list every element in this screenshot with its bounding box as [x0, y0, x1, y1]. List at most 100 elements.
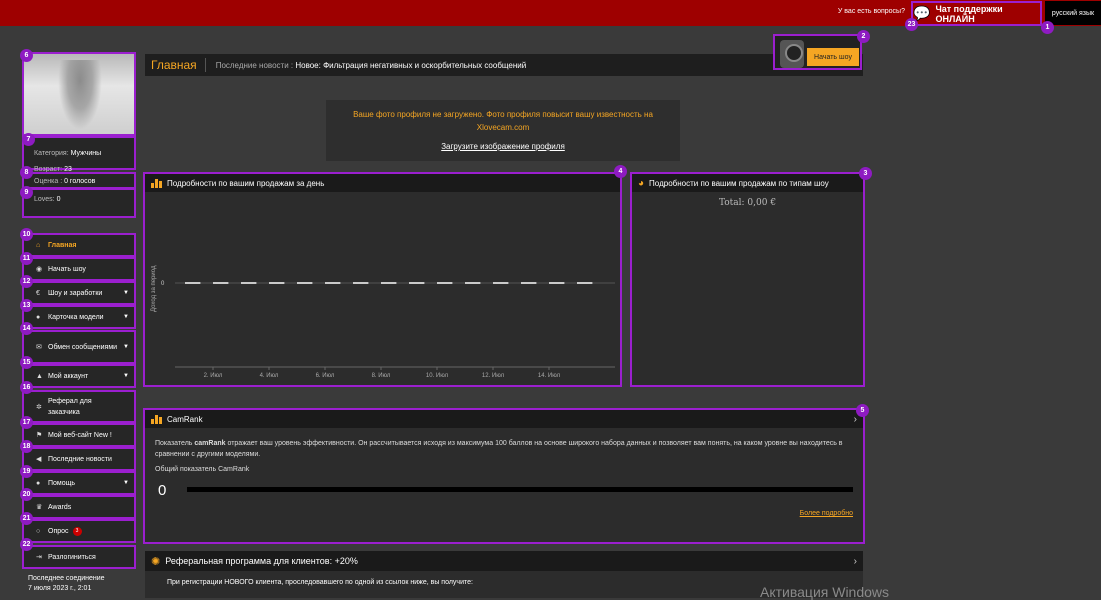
webcam-icon: ◉ — [36, 266, 43, 273]
sidebar-item-3[interactable]: ● Карточка модели ▼ — [22, 305, 136, 329]
logout-icon: ⇥ — [36, 554, 42, 561]
category-value: Мужчины — [70, 150, 102, 157]
annotation-badge: 23 — [905, 18, 918, 31]
chevron-down-icon[interactable]: ▼ — [123, 290, 129, 296]
sidebar-item-11[interactable]: ○ Опрос 3 — [22, 519, 136, 543]
rating-label: Оценка : — [34, 178, 63, 185]
annotation-badge: 3 — [859, 167, 872, 180]
profile-info: Категория: Мужчины Возраст: 23 — [22, 136, 136, 173]
poll-count-badge: 3 — [72, 526, 82, 536]
chat-bubble-icon: ○ — [36, 527, 41, 535]
x-tick-label: 6. Июл — [316, 373, 335, 379]
y-axis-label: Доход за период — [151, 265, 157, 312]
chevron-right-icon[interactable]: › — [854, 414, 857, 425]
camrank-more-link[interactable]: Более подробно — [800, 510, 853, 517]
sidebar-item-1[interactable]: ◉ Начать шоу — [22, 257, 136, 281]
annotation-badge: 12 — [20, 275, 33, 288]
camrank-score: 0 — [158, 482, 167, 499]
sidebar-item-label: Разлогиниться — [48, 553, 96, 561]
x-tick-label: 8. Июл — [372, 373, 391, 379]
profile-figure — [58, 60, 102, 130]
sidebar-item-9[interactable]: ● Помощь ▼ — [22, 471, 136, 495]
webcam-icon — [780, 40, 804, 68]
annotation-badge: 13 — [20, 299, 33, 312]
annotation-badge: 16 — [20, 381, 33, 394]
chevron-down-icon[interactable]: ▼ — [123, 480, 129, 486]
profile-photo[interactable] — [22, 52, 136, 136]
sidebar-item-4[interactable]: ✉ Обмен сообщениями ▼ — [22, 330, 136, 364]
referral-header[interactable]: ✺ Реферальная программа для клиентов: +2… — [145, 551, 863, 571]
sidebar-item-label: Последние новости — [48, 455, 112, 463]
annotation-badge: 4 — [614, 165, 627, 178]
sidebar-item-2[interactable]: € Шоу и заработки ▼ — [22, 281, 136, 305]
megaphone-icon: ◀ — [36, 456, 42, 463]
top-bar: У вас есть вопросы? 💬 Чат поддержки ОНЛА… — [0, 0, 1101, 26]
annotation-badge: 19 — [20, 465, 33, 478]
bar-chart-icon — [151, 414, 162, 424]
annotation-badge: 15 — [20, 356, 33, 369]
sales-line-chart: Доход за период 0 2. Июл 4. Июл 6. Июл 8. Июл… — [151, 265, 615, 379]
language-selector[interactable]: русский язык — [1045, 1, 1101, 25]
sidebar-item-label: Мой веб-сайт New ! — [48, 431, 112, 439]
annotation-badge: 22 — [20, 538, 33, 551]
news-prefix: Последние новости : — [215, 60, 294, 70]
last-connection-value: 7 июля 2023 г., 2:01 — [28, 585, 92, 592]
referral-panel: ✺ Реферальная программа для клиентов: +2… — [145, 551, 863, 598]
support-chat-button[interactable]: 💬 Чат поддержки ОНЛАЙН — [911, 1, 1042, 26]
notice-warning: Ваше фото профиля не загружено. Фото про… — [353, 110, 653, 132]
annotation-badge: 17 — [20, 416, 33, 429]
pie-chart-icon: ◕ — [638, 177, 645, 189]
page-header: Главная Последние новости : Новое: Фильт… — [145, 54, 863, 76]
sun-icon: ✺ — [151, 555, 161, 568]
trophy-icon: ♛ — [36, 504, 43, 511]
sales-by-day-header: Подробности по вашим продажам за день — [145, 174, 620, 192]
camrank-description: Показатель camRank отражает ваш уровень … — [145, 438, 863, 460]
x-tick-label: 10. Июл — [426, 373, 449, 379]
chevron-down-icon[interactable]: ▼ — [123, 344, 129, 350]
chevron-down-icon[interactable]: ▼ — [123, 314, 129, 320]
news-ticker[interactable]: Последние новости : Новое: Фильтрация не… — [206, 61, 527, 70]
camrank-header[interactable]: CamRank › — [145, 410, 863, 428]
referral-title: Реферальная программа для клиентов: +20% — [165, 556, 358, 566]
upload-photo-link[interactable]: Загрузите изображение профиля — [326, 140, 680, 153]
sidebar-item-6[interactable]: ✲ Реферал для заказчика — [22, 390, 136, 423]
sidebar-item-5[interactable]: ▲ Мой аккаунт ▼ — [22, 364, 136, 388]
sales-by-type-title: Подробности по вашим продажам по типам ш… — [649, 178, 829, 188]
euro-icon: € — [36, 289, 40, 297]
sidebar-item-label: Обмен сообщениями — [48, 343, 118, 351]
sales-by-type-header: ◕ Подробности по вашим продажам по типам… — [632, 174, 863, 192]
bar-chart-icon — [151, 178, 162, 188]
support-chat-label: Чат поддержки ОНЛАЙН — [935, 3, 1003, 24]
chevron-right-icon[interactable]: › — [854, 556, 857, 567]
annotation-badge: 1 — [1041, 21, 1054, 34]
camrank-text-bold: camRank — [194, 440, 226, 447]
help-icon: ● — [36, 479, 41, 487]
annotation-badge: 21 — [20, 512, 33, 525]
annotation-badge: 8 — [20, 166, 33, 179]
loves-value: 0 — [56, 196, 61, 203]
sidebar-item-7[interactable]: ⚑ Мой веб-сайт New ! — [22, 423, 136, 447]
referral-text: При регистрации НОВОГО клиента, проследо… — [167, 579, 473, 586]
annotation-badge: 11 — [20, 252, 33, 265]
annotation-badge: 20 — [20, 488, 33, 501]
sidebar-item-0[interactable]: ⌂ Главная — [22, 233, 136, 257]
y-tick-label: 0 — [161, 281, 165, 287]
news-text: Новое: Фильтрация негативных и оскорбите… — [295, 60, 527, 70]
sidebar-item-8[interactable]: ◀ Последние новости — [22, 447, 136, 471]
rating-box: Оценка : 0 голосов — [22, 172, 136, 189]
annotation-badge: 14 — [20, 322, 33, 335]
sales-by-day-title: Подробности по вашим продажам за день — [167, 178, 325, 188]
annotation-badge: 10 — [20, 228, 33, 241]
sidebar-item-10[interactable]: ♛ Awards — [22, 495, 136, 519]
loves-label: Loves: — [34, 196, 55, 203]
chevron-down-icon[interactable]: ▼ — [123, 373, 129, 379]
camrank-title: CamRank — [167, 414, 203, 424]
last-connection-label: Последнее соединение — [28, 575, 105, 582]
sidebar-item-label: Помощь — [48, 479, 76, 487]
sidebar-item-label: Шоу и заработки — [48, 289, 103, 297]
x-tick-label: 4. Июл — [260, 373, 279, 379]
sidebar-item-12[interactable]: ⇥ Разлогиниться — [22, 545, 136, 569]
start-show-box: Начать шоу — [773, 34, 862, 70]
start-show-button[interactable]: Начать шоу — [807, 48, 859, 66]
question-text: У вас есть вопросы? — [837, 8, 905, 15]
